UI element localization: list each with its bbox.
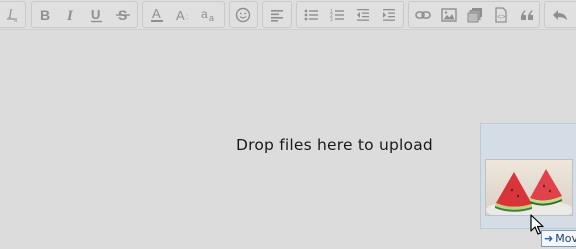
editor-toolbar: Ix B I U S A A: aa 1 2 3 <> (0, 0, 576, 30)
drag-move-tooltip: ➜ Move (541, 230, 576, 247)
emoji-group (229, 1, 258, 28)
text-color-icon[interactable]: A (146, 3, 168, 27)
indent-icon[interactable] (378, 3, 400, 27)
list-group: 123 (296, 1, 404, 28)
numbered-list-icon[interactable]: 123 (326, 3, 348, 27)
svg-text:A: A (176, 8, 185, 23)
svg-text:a: a (209, 13, 214, 23)
image-icon[interactable] (438, 3, 460, 27)
clear-format-icon[interactable]: Ix (3, 3, 25, 27)
align-left-icon[interactable] (266, 3, 288, 27)
history-group (544, 1, 576, 28)
svg-text:U: U (91, 7, 100, 22)
svg-text:B: B (40, 7, 50, 23)
strikethrough-icon[interactable]: S (112, 3, 134, 27)
undo-icon[interactable] (549, 3, 571, 27)
text-style-group: B I U S (31, 1, 138, 28)
svg-text::: : (186, 12, 188, 21)
move-tooltip-label: Move (555, 232, 576, 245)
bold-icon[interactable]: B (34, 3, 56, 27)
font-group: A A: aa (142, 1, 225, 28)
svg-text:I: I (66, 8, 74, 23)
code-icon[interactable]: <> (490, 3, 512, 27)
svg-text:x: x (14, 17, 18, 23)
link-icon[interactable] (412, 3, 434, 27)
italic-icon[interactable]: I (60, 3, 82, 27)
bulleted-list-icon[interactable] (300, 3, 322, 27)
outdent-icon[interactable] (352, 3, 374, 27)
align-group (262, 1, 292, 28)
svg-text:a: a (201, 7, 208, 21)
svg-text:<>: <> (497, 14, 505, 21)
move-arrow-icon: ➜ (544, 232, 554, 245)
svg-text:3: 3 (330, 17, 333, 22)
font-size-icon[interactable]: A: (172, 3, 194, 27)
font-family-icon[interactable]: aa (198, 3, 220, 27)
format-group: Ix (0, 1, 26, 28)
dragged-image-thumbnail (485, 159, 573, 216)
insert-group: <> (408, 1, 540, 28)
quote-icon[interactable] (516, 3, 538, 27)
drop-zone-message: Drop files here to upload (236, 136, 433, 154)
smiley-icon[interactable] (232, 3, 254, 27)
svg-text:A: A (152, 7, 161, 21)
media-icon[interactable] (464, 3, 486, 27)
underline-icon[interactable]: U (86, 3, 108, 27)
